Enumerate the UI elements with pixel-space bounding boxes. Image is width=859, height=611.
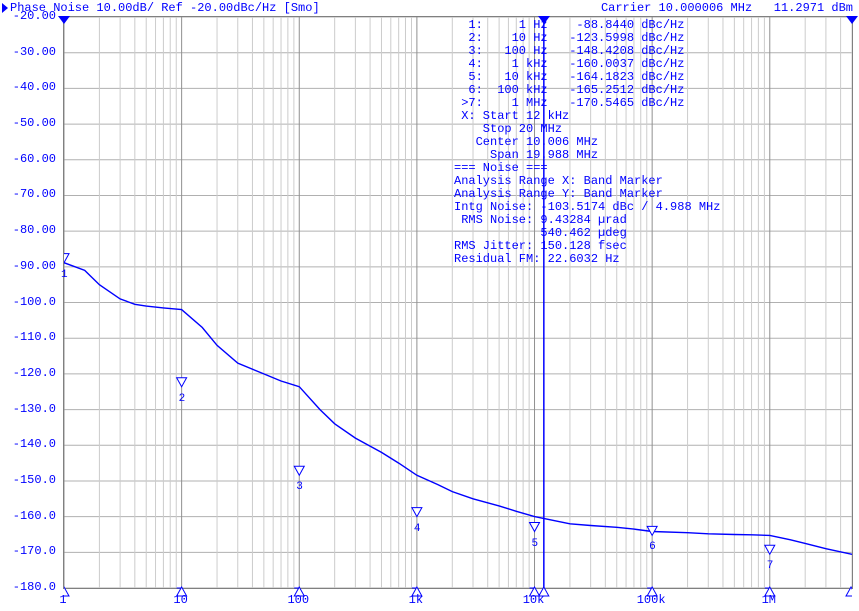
y-tick-label: -170.0	[13, 544, 56, 558]
marker-label: 4	[414, 523, 421, 535]
y-tick-label: -120.0	[13, 366, 56, 380]
y-tick-label: -110.0	[13, 330, 56, 344]
title-right: Carrier 10.000006 MHz 11.2971 dBm	[601, 1, 853, 15]
marker-label: 6	[649, 541, 656, 553]
title-bar: Phase Noise 10.00dB/ Ref -20.00dBc/Hz [S…	[0, 0, 859, 16]
x-tick-label: 100	[287, 593, 309, 607]
y-tick-label: -140.0	[13, 437, 56, 451]
y-tick-label: -70.00	[13, 187, 56, 201]
marker-label: 7	[767, 560, 774, 572]
marker-info-panel: 1: 1 Hz -88.8440 dBc/Hz 2: 10 Hz -123.59…	[454, 19, 720, 266]
y-tick-label: -40.00	[13, 80, 56, 94]
x-tick-label: 1	[59, 593, 66, 607]
marker-label: 2	[179, 393, 186, 405]
y-tick-label: -160.0	[13, 509, 56, 523]
y-tick-label: -100.0	[13, 295, 56, 309]
y-tick-label: -30.00	[13, 45, 56, 59]
x-tick-label: 1k	[409, 593, 423, 607]
carrier-freq: Carrier 10.000006 MHz	[601, 1, 752, 15]
y-tick-label: -60.00	[13, 152, 56, 166]
x-axis: 1101001k10k100k1M	[63, 589, 853, 609]
y-axis: -20.00-30.00-40.00-50.00-60.00-70.00-80.…	[0, 16, 60, 589]
y-tick-label: -130.0	[13, 402, 56, 416]
x-tick-label: 10k	[523, 593, 545, 607]
title-text: Phase Noise 10.00dB/ Ref -20.00dBc/Hz [S…	[10, 1, 320, 15]
carrier-power: 11.2971 dBm	[774, 1, 853, 15]
y-tick-label: -180.0	[13, 580, 56, 594]
plot-area[interactable]: 1: 1 Hz -88.8440 dBc/Hz 2: 10 Hz -123.59…	[63, 16, 853, 589]
marker-label: 5	[532, 538, 539, 550]
y-tick-label: -80.00	[13, 223, 56, 237]
marker-label: 1	[61, 269, 68, 281]
x-tick-label: 1M	[762, 593, 776, 607]
phase-noise-plot-window: Phase Noise 10.00dB/ Ref -20.00dBc/Hz [S…	[0, 0, 859, 611]
x-tick-label: 10	[173, 593, 187, 607]
y-tick-label: -20.00	[13, 9, 56, 23]
y-tick-label: -50.00	[13, 116, 56, 130]
x-tick-label: 100k	[637, 593, 666, 607]
y-tick-label: -90.00	[13, 259, 56, 273]
y-tick-label: -150.0	[13, 473, 56, 487]
marker-label: 3	[296, 481, 303, 493]
trace-indicator-icon	[2, 3, 8, 13]
top-right-handle-icon[interactable]	[846, 16, 858, 24]
top-left-handle-icon[interactable]	[58, 16, 70, 24]
